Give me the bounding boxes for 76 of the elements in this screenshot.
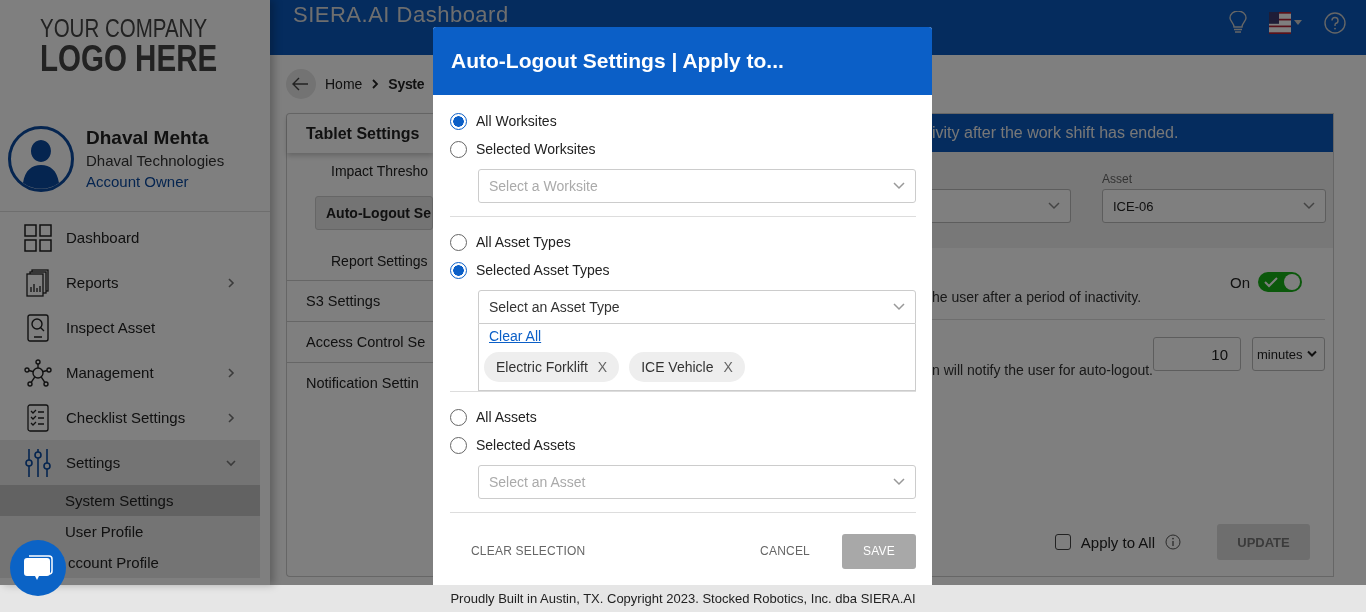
- nav-subitem[interactable]: System Settings: [0, 485, 260, 516]
- setting-description: n will notify the user for auto-logout.: [932, 362, 1153, 378]
- toggle-status: On: [1230, 273, 1250, 291]
- chevron-icon: [1306, 350, 1317, 358]
- remove-button[interactable]: X: [723, 359, 733, 375]
- chevron-icon: [1048, 202, 1060, 210]
- network-icon: [24, 358, 52, 387]
- chip-label: ICE Vehicle: [641, 359, 714, 375]
- modal-title: Auto-Logout Settings | Apply to...: [451, 49, 784, 73]
- clear-all-link[interactable]: Clear All: [489, 328, 542, 344]
- unit-select[interactable]: minutes: [1252, 337, 1325, 371]
- chip-label: Electric Forklift: [496, 359, 588, 375]
- toggle-switch[interactable]: [1258, 272, 1302, 292]
- caret-icon[interactable]: [1294, 20, 1302, 25]
- chevron-icon: [371, 79, 380, 89]
- breadcrumb-link[interactable]: Syste: [388, 76, 425, 92]
- setting-description: he user after a period of inactivity.: [932, 289, 1142, 305]
- chevron-icon: [893, 478, 905, 486]
- chevron-icon: [893, 303, 905, 311]
- menu-item[interactable]: Impact Thresho: [287, 153, 433, 190]
- menu-group[interactable]: Tablet Settings: [287, 114, 433, 153]
- radio-button[interactable]: [450, 436, 467, 454]
- info-banner: ivity after the work shift has ended.: [932, 114, 1333, 152]
- checkbox[interactable]: [1054, 534, 1071, 550]
- grid-icon: [24, 223, 52, 252]
- nav-item[interactable]: Checklist Settings: [0, 395, 260, 440]
- chevron-icon: [893, 182, 905, 190]
- logo-text: YOUR COMPANY: [40, 15, 209, 41]
- radio-button[interactable]: [450, 140, 467, 158]
- radio-option[interactable]: All Asset Types: [450, 228, 916, 256]
- breadcrumb-link[interactable]: Home: [325, 76, 363, 92]
- page-footer: Proudly Built in Austin, TX. Copyright 2023. Stocked Robotics, Inc. dba SIERA.AI: [0, 585, 1366, 612]
- nav-subitem[interactable]: ccount Profile: [0, 547, 260, 578]
- tablet-search-icon: [27, 313, 49, 342]
- back-icon[interactable]: [286, 69, 316, 99]
- app-title: SIERA.AI Dashboard: [293, 3, 509, 27]
- radio-option[interactable]: Selected Worksites: [450, 135, 916, 163]
- text-button[interactable]: CANCEL: [740, 533, 830, 569]
- remove-button[interactable]: X: [597, 359, 608, 375]
- company-name: Dhaval Technologies: [86, 151, 225, 171]
- info-icon[interactable]: [1165, 534, 1181, 550]
- nav-item[interactable]: Settings: [0, 440, 260, 485]
- radio-option[interactable]: All Assets: [450, 403, 916, 431]
- help-icon[interactable]: [1324, 11, 1346, 34]
- nav-item[interactable]: Reports: [0, 260, 260, 305]
- menu-item[interactable]: Auto-Logout Se: [315, 196, 433, 230]
- nav-item[interactable]: Dashboard: [0, 215, 260, 260]
- sliders-icon: [25, 447, 51, 478]
- user-name: Dhaval Mehta: [86, 126, 210, 150]
- checklist-icon: [27, 403, 49, 432]
- check-icon: [1264, 276, 1278, 288]
- menu-item[interactable]: Report Settings: [287, 243, 433, 280]
- field-label: Asset: [1102, 172, 1133, 186]
- logo-text: LOGO HERE: [40, 40, 218, 77]
- radio-button[interactable]: [450, 233, 467, 251]
- text-button[interactable]: CLEAR SELECTION: [449, 533, 606, 569]
- radio-option[interactable]: Selected Asset Types: [450, 256, 916, 284]
- report-icon: [26, 268, 50, 297]
- select-field[interactable]: Select an Asset Type: [478, 290, 916, 324]
- nav-item[interactable]: Inspect Asset: [0, 305, 260, 350]
- radio-button[interactable]: [450, 112, 467, 130]
- checkbox-label: Apply to All: [1080, 533, 1155, 551]
- minutes-input[interactable]: 10: [1153, 337, 1241, 371]
- radio-option[interactable]: Selected Assets: [450, 431, 916, 459]
- radio-button[interactable]: [450, 408, 467, 426]
- chat-icon: [23, 554, 53, 582]
- user-role: Account Owner: [86, 172, 190, 192]
- lightbulb-icon[interactable]: [1229, 10, 1247, 35]
- chevron-icon: [1303, 202, 1315, 210]
- avatar-icon: [8, 126, 74, 192]
- radio-button[interactable]: [450, 261, 467, 279]
- asset-dropdown[interactable]: ICE-06: [1102, 189, 1326, 223]
- us-flag-icon[interactable]: [1269, 11, 1291, 34]
- nav-item[interactable]: Management: [0, 350, 260, 395]
- nav-subitem[interactable]: User Profile: [0, 516, 260, 547]
- radio-option[interactable]: All Worksites: [450, 107, 916, 135]
